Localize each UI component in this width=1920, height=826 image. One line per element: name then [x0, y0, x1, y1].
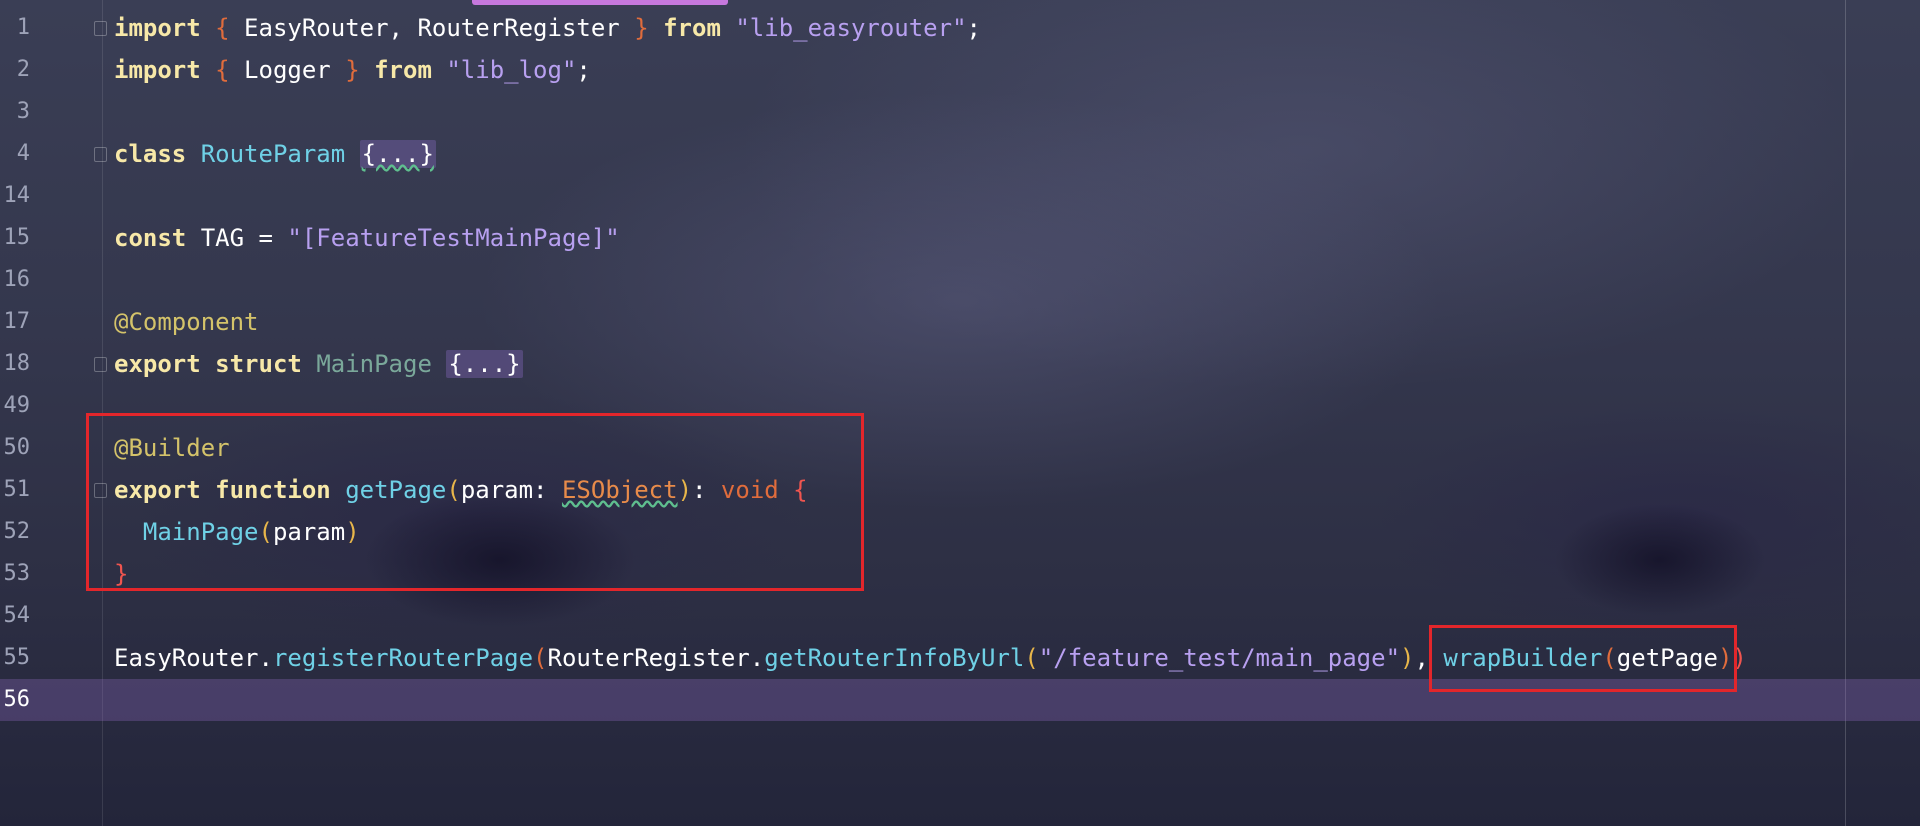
code-token: registerRouterPage	[272, 644, 534, 672]
code-token[interactable]: {...}	[446, 350, 523, 378]
line-number: 14	[3, 183, 31, 208]
code-line[interactable]: 17 @Component	[0, 301, 1920, 343]
line-number: 50	[3, 435, 31, 460]
code-line[interactable]: 16	[0, 259, 1920, 301]
line-number: 54	[3, 603, 31, 628]
line-number: 56	[3, 687, 31, 712]
line-code: class RouteParam {...}	[114, 133, 436, 175]
code-token: getRouterInfoByUrl	[764, 644, 1025, 672]
line-number: 15	[3, 225, 31, 250]
line-number: 2	[16, 57, 30, 82]
code-token: ;	[966, 14, 981, 42]
code-token: )	[1400, 644, 1415, 672]
code-line[interactable]: 1 import { EasyRouter, RouterRegister } f…	[0, 7, 1920, 49]
line-number: 51	[3, 477, 31, 502]
code-token: import	[114, 56, 201, 84]
code-token: from	[374, 56, 432, 84]
line-number: 52	[3, 519, 31, 544]
code-token: "/feature_test/main_page"	[1038, 644, 1401, 672]
line-code: const TAG = "[FeatureTestMainPage]"	[114, 217, 620, 259]
fold-toggle-icon[interactable]	[94, 21, 107, 36]
code-token: }	[634, 14, 649, 42]
fold-toggle-icon[interactable]	[94, 357, 107, 372]
code-token: {	[215, 56, 230, 84]
code-token: RouterRegister.	[547, 644, 765, 672]
active-tab-indicator	[472, 0, 728, 5]
code-line[interactable]: 3	[0, 91, 1920, 133]
code-token: class	[114, 140, 187, 168]
code-token: struct	[215, 350, 302, 378]
line-code: import { Logger } from "lib_log";	[114, 49, 591, 91]
code-token: "lib_log"	[446, 56, 577, 84]
line-number: 53	[3, 561, 31, 586]
line-number: 55	[3, 645, 31, 670]
code-token: EasyRouter, RouterRegister	[229, 14, 635, 42]
code-token: Logger	[229, 56, 346, 84]
code-token: ;	[576, 56, 591, 84]
line-number: 17	[3, 309, 31, 334]
line-number: 1	[16, 15, 30, 40]
line-number: 16	[3, 267, 31, 292]
code-token: {	[215, 14, 230, 42]
code-line[interactable]: 14	[0, 175, 1920, 217]
line-number: 3	[16, 99, 30, 124]
builder-function-highlight-box	[86, 413, 864, 591]
line-code: import { EasyRouter, RouterRegister } fr…	[114, 7, 981, 49]
code-token: }	[345, 56, 360, 84]
code-token: export	[114, 350, 201, 378]
code-token: "[FeatureTestMainPage]"	[287, 224, 620, 252]
code-token: from	[663, 14, 721, 42]
code-line[interactable]: 15 const TAG = "[FeatureTestMainPage]"	[0, 217, 1920, 259]
line-code: @Component	[114, 301, 259, 343]
code-token: const	[114, 224, 187, 252]
fold-toggle-icon[interactable]	[94, 147, 107, 162]
code-token: "lib_easyrouter"	[735, 14, 967, 42]
code-token: RouteParam	[200, 140, 346, 168]
line-number: 18	[3, 351, 31, 376]
code-token: TAG =	[186, 224, 288, 252]
line-code: export struct MainPage {...}	[114, 343, 523, 385]
wrap-builder-highlight-box	[1429, 625, 1737, 692]
code-line[interactable]: 2 import { Logger } from "lib_log";	[0, 49, 1920, 91]
code-token: import	[114, 14, 201, 42]
code-token: @Component	[114, 308, 259, 336]
code-token[interactable]: {...}	[359, 140, 436, 168]
code-token: (	[1024, 644, 1039, 672]
code-token: EasyRouter.	[114, 644, 273, 672]
line-number: 49	[3, 393, 31, 418]
code-line[interactable]: 4 class RouteParam {...}	[0, 133, 1920, 175]
line-number: 4	[16, 141, 30, 166]
code-token: MainPage	[316, 350, 432, 378]
code-line[interactable]: 18 export struct MainPage {...}	[0, 343, 1920, 385]
code-token: (	[533, 644, 548, 672]
